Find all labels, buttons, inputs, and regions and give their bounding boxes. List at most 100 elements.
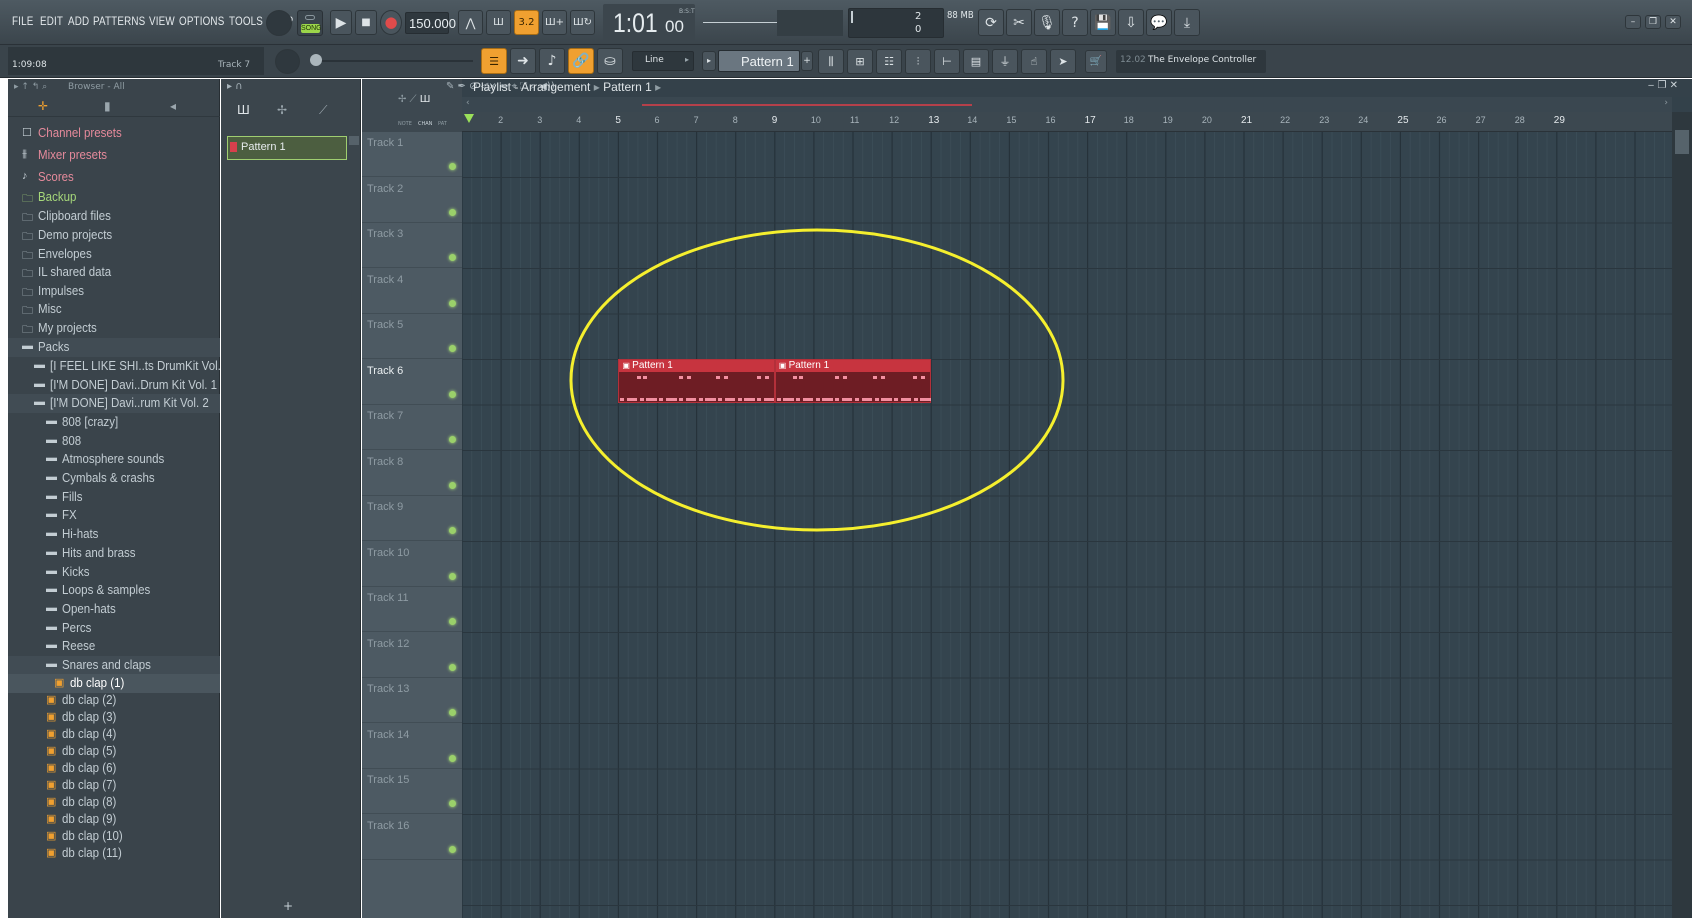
track-header[interactable]: Track 7 bbox=[362, 405, 462, 450]
browser-item[interactable]: 🗀 Envelopes bbox=[8, 245, 220, 264]
audio-record-button[interactable]: 🎙 bbox=[1034, 9, 1060, 36]
menu-add[interactable]: ADD bbox=[68, 14, 89, 28]
track-header[interactable]: Track 15 bbox=[362, 769, 462, 814]
menu-edit[interactable]: EDIT bbox=[40, 14, 63, 28]
snap-selector[interactable]: Line ▸ bbox=[632, 51, 694, 71]
browser-item[interactable]: 🗀 Demo projects bbox=[8, 226, 220, 245]
add-pattern-button[interactable]: + bbox=[801, 51, 813, 71]
track-header[interactable]: Track 6 bbox=[362, 360, 462, 405]
track-header[interactable]: Track 12 bbox=[362, 633, 462, 678]
clip-header[interactable]: ▣ Pattern 1 bbox=[775, 359, 931, 372]
piano-roll-window-button[interactable]: ☷ bbox=[876, 49, 902, 74]
browser-item[interactable]: ▬ Atmosphere sounds bbox=[8, 450, 220, 469]
browser-item[interactable]: ▬ Kicks bbox=[8, 563, 220, 582]
master-volume-knob[interactable] bbox=[266, 10, 292, 36]
track-header[interactable]: Track 4 bbox=[362, 269, 462, 314]
channel-rack-button[interactable]: ⊞ bbox=[847, 49, 873, 74]
stop-button[interactable]: ■ bbox=[355, 10, 377, 35]
track-mute-led[interactable] bbox=[449, 208, 456, 216]
browser-item[interactable]: ▬ [I'M DONE] Davi..Drum Kit Vol. 1 bbox=[8, 376, 220, 395]
link-button[interactable]: 🔗 bbox=[568, 48, 594, 74]
track-mute-led[interactable] bbox=[449, 618, 456, 625]
track-header[interactable]: Track 5 bbox=[362, 314, 462, 359]
piano-roll-button[interactable]: ♪ bbox=[539, 48, 565, 74]
wait-for-input-button[interactable]: Ш bbox=[486, 10, 511, 35]
browser-item[interactable]: ▬ Loops & samples bbox=[8, 581, 220, 600]
loop-record-button[interactable]: Ш↻ bbox=[570, 10, 595, 35]
browser-item[interactable]: ▬ Packs bbox=[8, 338, 220, 357]
picker-patterns-tab-icon[interactable]: Ш bbox=[237, 103, 250, 117]
track-mute-led[interactable] bbox=[449, 572, 456, 580]
playlist-clip[interactable]: ▣ Pattern 1 bbox=[774, 358, 932, 403]
picker-tool-icons[interactable]: ▸ ∩ bbox=[227, 81, 243, 92]
track-mute-led[interactable] bbox=[449, 299, 456, 307]
browser-item[interactable]: ▬ Reese bbox=[8, 637, 220, 656]
track-header[interactable]: Track 13 bbox=[362, 678, 462, 723]
browser-item[interactable]: ▬ Fills bbox=[8, 488, 220, 507]
track-header[interactable]: Track 8 bbox=[362, 451, 462, 496]
arrangement-grid[interactable]: ▣ Pattern 1 ▣ Pattern 1 bbox=[462, 132, 1672, 918]
picker-scroll-arrow[interactable] bbox=[349, 136, 359, 145]
mixer-button[interactable]: ⫼ bbox=[818, 49, 844, 74]
chat-button[interactable]: 💬 bbox=[1146, 9, 1172, 36]
help-button[interactable]: ? bbox=[1062, 9, 1088, 36]
menu-file[interactable]: FILE bbox=[12, 14, 33, 28]
track-mute-led[interactable] bbox=[449, 345, 456, 352]
song-mode-toggle[interactable]: SONG bbox=[297, 10, 323, 36]
track-mute-led[interactable] bbox=[449, 481, 456, 489]
master-pitch-knob[interactable] bbox=[275, 49, 300, 74]
track-header[interactable]: Track 11 bbox=[362, 587, 462, 632]
browser-item[interactable]: ▬ 808 bbox=[8, 432, 220, 451]
browser-tab-all-icon[interactable]: ✛ bbox=[38, 99, 48, 113]
cut-button[interactable]: ✂ bbox=[1006, 9, 1032, 36]
browser-item[interactable]: ▬ Open-hats bbox=[8, 600, 220, 619]
playlist-vertical-scrollbar[interactable] bbox=[1672, 112, 1692, 918]
song-position-slider[interactable] bbox=[310, 54, 473, 66]
playlist-button[interactable]: ☰ bbox=[481, 48, 507, 74]
track-mute-led[interactable] bbox=[449, 800, 456, 807]
browser-item[interactable]: ▣ db clap (11) bbox=[8, 844, 220, 863]
track-mute-led[interactable] bbox=[449, 436, 456, 443]
track-mute-led[interactable] bbox=[449, 663, 456, 671]
browser-item[interactable]: ▬ Cymbals & crashs bbox=[8, 469, 220, 488]
track-header[interactable]: Track 14 bbox=[362, 724, 462, 769]
track-header[interactable]: Track 2 bbox=[362, 178, 462, 223]
browser-tab-speaker-icon[interactable]: ◂ bbox=[170, 99, 176, 113]
tempo-display[interactable]: 150.000 bbox=[405, 12, 456, 34]
menu-view[interactable]: VIEW bbox=[149, 14, 175, 28]
save-button[interactable]: 💾 bbox=[1090, 9, 1116, 36]
picker-add-button[interactable]: + bbox=[283, 899, 293, 913]
vertical-scroll-thumb[interactable] bbox=[1675, 130, 1689, 154]
browser-item[interactable]: ▬ Snares and claps bbox=[8, 656, 220, 675]
browser-item[interactable]: ▬ Percs bbox=[8, 619, 220, 638]
browser-item[interactable]: ▬ [I'M DONE] Davi..rum Kit Vol. 2 bbox=[8, 394, 220, 413]
browser-item[interactable]: ☐ Channel presets bbox=[8, 124, 220, 143]
step-seq-button[interactable]: ➜ bbox=[510, 48, 536, 74]
picker-automation-tab-icon[interactable]: ⟋ bbox=[319, 103, 327, 118]
track-header[interactable]: Track 9 bbox=[362, 496, 462, 541]
browser-item[interactable]: 🗀 IL shared data bbox=[8, 263, 220, 282]
timeline-ruler[interactable]: 2 3 4 5 6 7 8 9 10 11 12 13 14 15 16 17 18 19 20 21 22 23 24 25… bbox=[462, 112, 1672, 132]
scroll-right-icon[interactable]: › bbox=[1664, 98, 1668, 108]
pattern-selector[interactable]: Pattern 1 bbox=[718, 50, 800, 72]
track-mute-led[interactable] bbox=[449, 254, 456, 261]
track-header[interactable]: Track 16 bbox=[362, 815, 462, 860]
undo-history-button[interactable]: ⟳ bbox=[978, 9, 1004, 36]
browser-item[interactable]: ▬ [I FEEL LIKE SHI..ts DrumKit Vol.1 bbox=[8, 357, 227, 376]
close-button[interactable]: ✕ bbox=[1665, 15, 1681, 29]
record-button[interactable]: ● bbox=[380, 10, 402, 35]
mixer-window-button[interactable]: ⫶ bbox=[905, 49, 931, 74]
playhead-marker-icon[interactable] bbox=[464, 114, 474, 123]
plugin-picker-button[interactable]: ⏚ bbox=[992, 49, 1018, 74]
browser-item[interactable]: ▬ FX bbox=[8, 506, 220, 525]
browser-item[interactable]: 🗀 Clipboard files bbox=[8, 207, 220, 226]
browser-item[interactable]: ⫵ Mixer presets bbox=[8, 146, 220, 165]
browser-item[interactable]: 🗀 Impulses bbox=[8, 282, 220, 301]
track-mute-led[interactable] bbox=[449, 163, 456, 170]
metronome-button[interactable]: ⋀ bbox=[458, 10, 483, 35]
breadcrumb-arrangement[interactable]: Playlist - Arrangement bbox=[473, 80, 590, 94]
browser-tab-project-icon[interactable]: ▮ bbox=[104, 99, 111, 113]
playlist-clip[interactable]: ▣ Pattern 1 bbox=[618, 358, 775, 403]
browser-item[interactable]: ▬ Hi-hats bbox=[8, 525, 220, 544]
browser-item[interactable]: 🗀 Backup bbox=[8, 188, 220, 207]
